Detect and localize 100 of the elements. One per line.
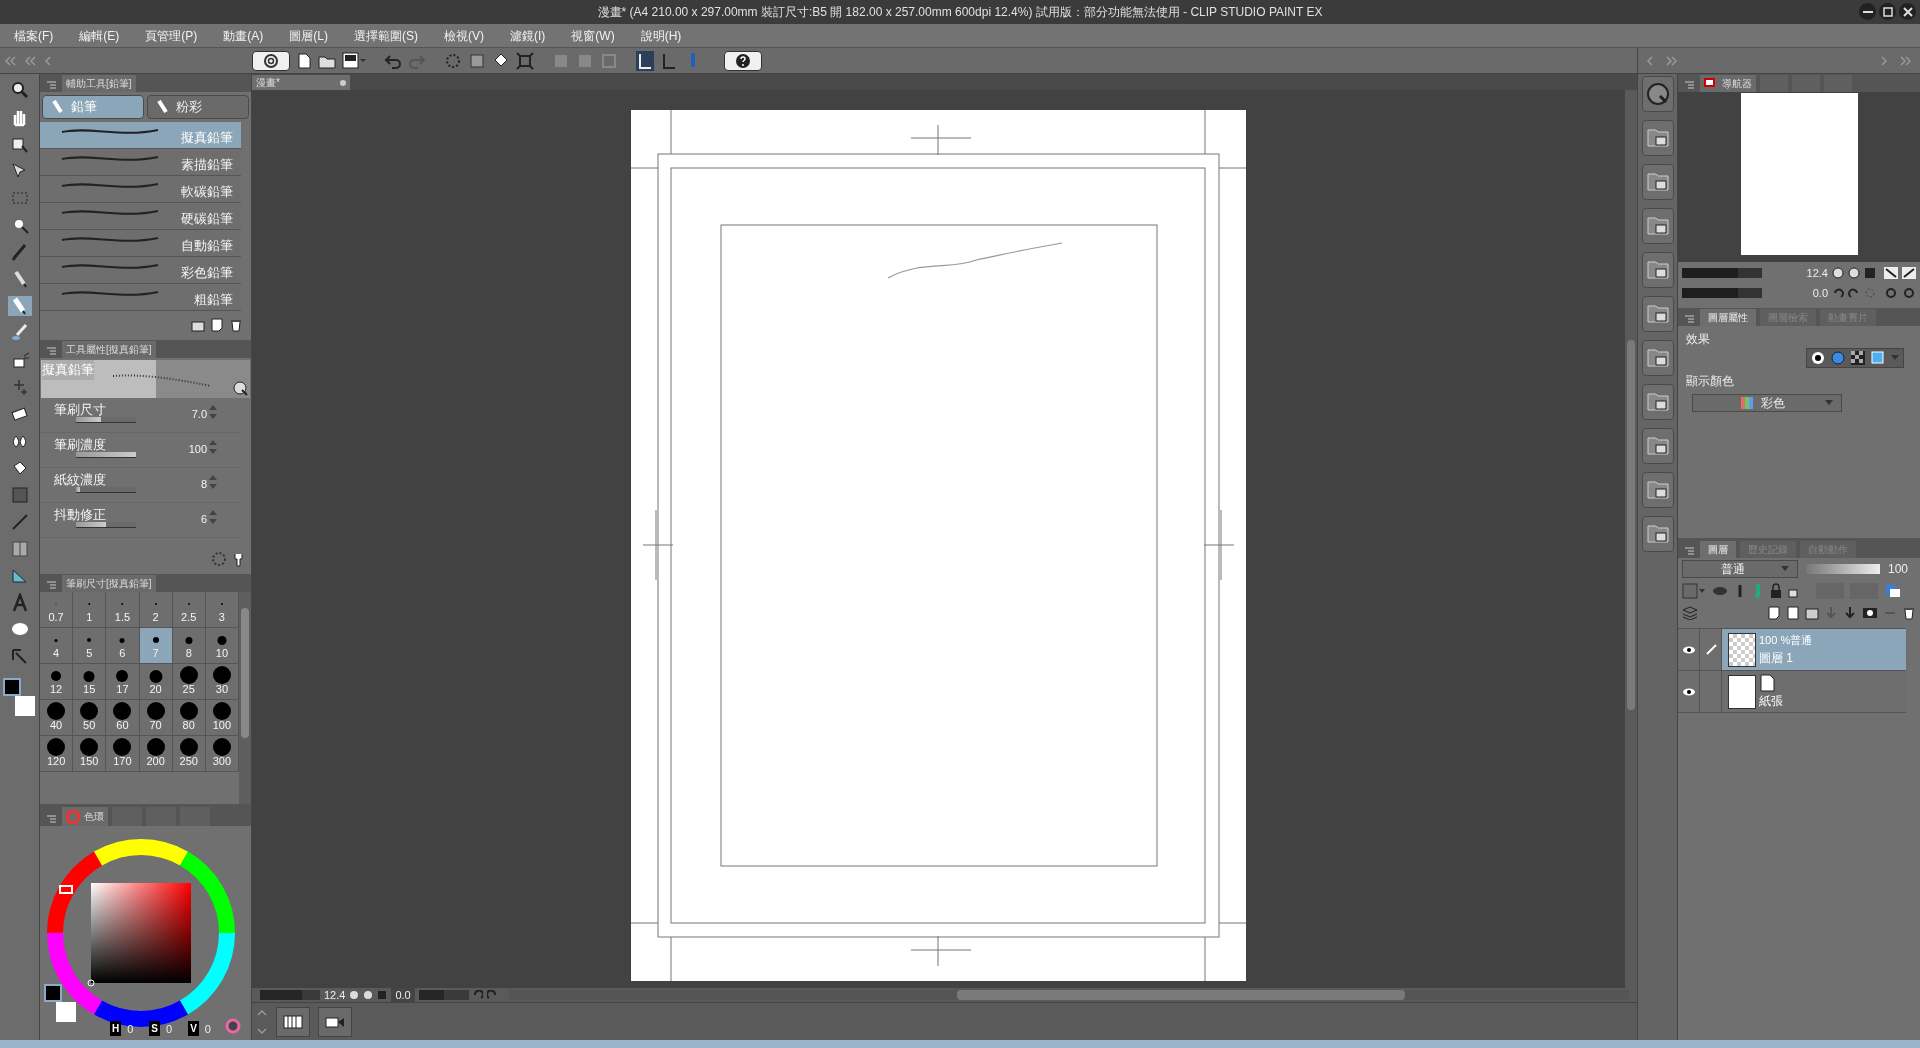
menu-item[interactable]: 檢視(V) <box>444 26 484 45</box>
panel-menu-icon[interactable] <box>44 812 58 826</box>
material-folder-button[interactable] <box>1641 340 1674 376</box>
menu-item[interactable]: 濾鏡(I) <box>510 26 546 45</box>
menu-item[interactable]: 動畫(A) <box>223 26 264 45</box>
magnifier-icon[interactable] <box>232 380 248 396</box>
menu-item[interactable]: 圖層(L) <box>289 26 328 45</box>
close-button[interactable] <box>1899 3 1916 20</box>
brush-size-item[interactable]: 0.7 <box>40 592 74 628</box>
collapse-right-icon[interactable] <box>1900 54 1912 67</box>
add-folder-icon[interactable] <box>191 318 205 332</box>
camera-button[interactable] <box>318 1006 352 1037</box>
brush-size-item[interactable]: 6 <box>106 628 140 664</box>
new-item-icon[interactable] <box>210 318 224 332</box>
panel-tab[interactable]: 工具屬性[擬真鉛筆] <box>62 341 156 358</box>
panel-tab[interactable]: 筆刷尺寸[擬真鉛筆] <box>62 575 156 592</box>
scrollbar[interactable] <box>239 592 251 804</box>
flip-icon[interactable] <box>1902 266 1916 279</box>
minimize-button[interactable] <box>1859 3 1876 20</box>
rotate-reset-icon[interactable] <box>1902 287 1916 300</box>
brush-size-item[interactable]: 12 <box>40 664 74 700</box>
brush-list-item[interactable]: 擬真鉛筆 <box>40 122 241 149</box>
layer-name[interactable]: 圖層 1 <box>1759 648 1813 667</box>
material-folder-button[interactable] <box>1641 516 1674 552</box>
material-folder-button[interactable] <box>1641 164 1674 200</box>
save-icon[interactable] <box>342 51 366 70</box>
brush-size-item[interactable]: 120 <box>40 736 74 772</box>
zoom-in-icon[interactable] <box>363 990 374 1000</box>
brush-size-item[interactable]: 1.5 <box>106 592 140 628</box>
collapse-left-icon[interactable] <box>24 54 36 67</box>
brush-size-item[interactable]: 2 <box>139 592 173 628</box>
property-slider[interactable] <box>76 487 136 493</box>
mask-icon[interactable] <box>1862 606 1878 620</box>
spinner-icon[interactable] <box>209 509 217 525</box>
panel-menu-icon[interactable] <box>44 344 58 358</box>
brush-size-item[interactable]: 170 <box>106 736 140 772</box>
menu-item[interactable]: 編輯(E) <box>79 26 120 45</box>
brush-size-item[interactable]: 1 <box>73 592 107 628</box>
brush-size-item[interactable]: 150 <box>73 736 107 772</box>
chevron-right-icon[interactable] <box>1880 54 1888 67</box>
brush-size-item[interactable]: 5 <box>73 628 107 664</box>
brush-size-item[interactable]: 20 <box>139 664 173 700</box>
chevron-left-icon[interactable] <box>1646 54 1654 67</box>
quick-access-button[interactable] <box>1641 76 1674 112</box>
chevron-left-icon[interactable] <box>44 54 52 67</box>
flip-icon[interactable] <box>1884 266 1898 279</box>
rotate-right-icon[interactable] <box>1848 287 1860 300</box>
material-folder-button[interactable] <box>1641 384 1674 420</box>
menu-item[interactable]: 頁管理(P) <box>145 26 198 45</box>
panel-menu-icon[interactable] <box>1682 312 1696 326</box>
timeline-button[interactable] <box>276 1006 310 1037</box>
zoom-in-icon[interactable] <box>1848 266 1860 279</box>
rotate-left-icon[interactable] <box>1832 287 1844 300</box>
brush-size-item[interactable]: 4 <box>40 628 74 664</box>
zoom-out-icon[interactable] <box>349 990 360 1000</box>
brush-size-item[interactable]: 250 <box>172 736 206 772</box>
rotate-reset-icon[interactable] <box>1884 287 1898 300</box>
horizontal-scrollbar[interactable] <box>508 990 1629 1000</box>
gradient-icon[interactable] <box>9 485 30 505</box>
brush-size-item[interactable]: 60 <box>106 700 140 736</box>
menu-item[interactable]: 檔案(F) <box>14 26 54 45</box>
menu-item[interactable]: 視窗(W) <box>571 26 615 45</box>
brush-size-item[interactable]: 3 <box>205 592 239 628</box>
new-layer-icon[interactable] <box>1767 606 1781 620</box>
panel-menu-icon[interactable] <box>1682 544 1696 558</box>
zoom-slider[interactable] <box>260 990 320 1000</box>
collapse-right-icon[interactable] <box>1666 54 1678 67</box>
color-mode-icon[interactable] <box>225 1018 241 1034</box>
new-file-icon[interactable] <box>296 51 312 70</box>
layers-icon[interactable] <box>1682 606 1698 620</box>
folder-icon[interactable] <box>1805 606 1819 620</box>
brush-size-item[interactable]: 2.5 <box>172 592 206 628</box>
spinner-icon[interactable] <box>209 404 217 420</box>
fit-icon[interactable] <box>1864 266 1876 279</box>
brush-size-item[interactable]: 25 <box>172 664 206 700</box>
sub-color-swatch[interactable] <box>14 696 35 716</box>
opacity-slider[interactable] <box>1806 564 1880 574</box>
material-folder-button[interactable] <box>1641 296 1674 332</box>
brush-size-item[interactable]: 40 <box>40 700 74 736</box>
blend-mode-dropdown[interactable]: 普通 <box>1682 560 1798 578</box>
brush-size-item[interactable]: 100 <box>205 700 239 736</box>
circle-icon[interactable] <box>1811 351 1825 365</box>
spinner-icon[interactable] <box>209 439 217 455</box>
panel-menu-icon[interactable] <box>44 78 58 92</box>
eye-icon[interactable] <box>1681 645 1696 654</box>
material-folder-button[interactable] <box>1641 208 1674 244</box>
panel-menu-icon[interactable] <box>1682 78 1696 92</box>
square-icon[interactable] <box>1871 351 1885 365</box>
new-layer-icon[interactable] <box>1786 606 1800 620</box>
rotation-slider[interactable] <box>418 990 469 1000</box>
color-swatch-icon[interactable] <box>1682 583 1706 599</box>
brush-size-item[interactable]: 300 <box>205 736 239 772</box>
ruler-snap-icon[interactable] <box>636 50 654 71</box>
rotate-right-icon[interactable] <box>486 990 497 1000</box>
lock-icon[interactable] <box>1770 583 1782 599</box>
display-color-dropdown[interactable]: 彩色 <box>1692 394 1842 412</box>
brush-size-item[interactable]: 8 <box>172 628 206 664</box>
undo-icon[interactable] <box>384 52 402 69</box>
panel-menu-icon[interactable] <box>44 578 58 592</box>
eye-icon[interactable] <box>1681 687 1696 696</box>
